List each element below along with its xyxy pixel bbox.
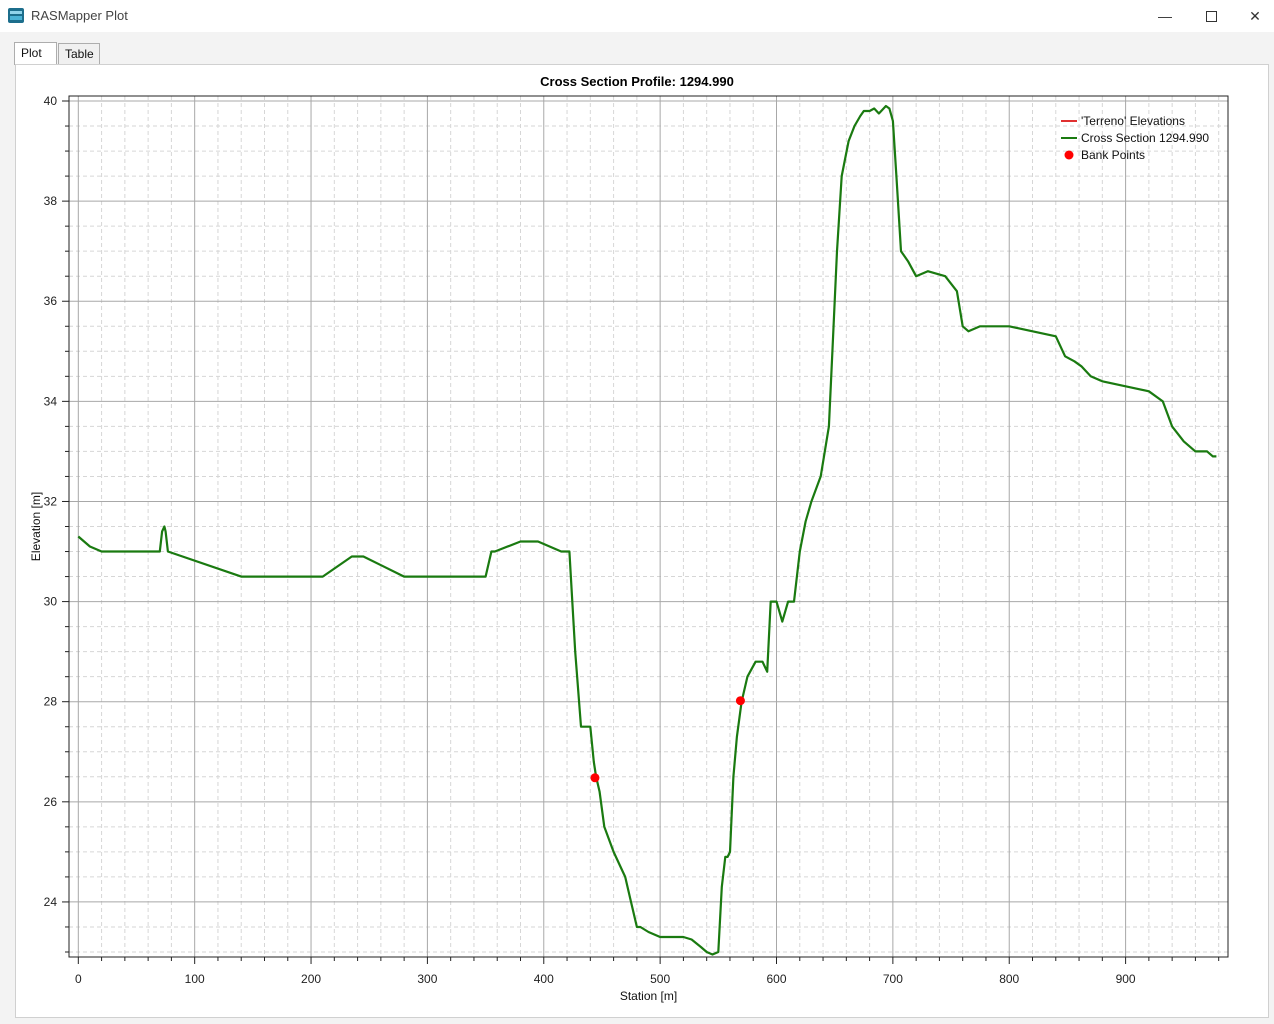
y-tick-label: 24 [44, 895, 58, 909]
major-grid [69, 96, 1228, 957]
x-tick-label: 300 [417, 972, 437, 986]
y-tick-label: 32 [44, 494, 58, 508]
legend-label: 'Terreno' Elevations [1081, 114, 1185, 128]
cross-section-chart[interactable]: 0 100 200 300 400 500 600 700 800 900 24 26 28 30 32 34… [0, 0, 1274, 1024]
x-tick-label: 500 [650, 972, 670, 986]
y-tick-label: 26 [44, 795, 58, 809]
y-tick-label: 34 [44, 394, 58, 408]
minor-grid [69, 96, 1228, 957]
y-axis-label: Elevation [m] [29, 492, 43, 561]
x-tick-label: 800 [999, 972, 1019, 986]
y-tick-label: 28 [44, 695, 58, 709]
y-tick-label: 40 [44, 94, 58, 108]
x-tick-label: 600 [766, 972, 786, 986]
legend-label: Cross Section 1294.990 [1081, 131, 1209, 145]
x-tick-label: 0 [75, 972, 82, 986]
y-tick-label: 38 [44, 194, 58, 208]
x-axis-label: Station [m] [620, 989, 677, 1003]
bank-point-marker [590, 773, 600, 783]
y-tick-label: 30 [44, 595, 58, 609]
plot-area [68, 95, 1229, 958]
x-tick-label: 900 [1116, 972, 1136, 986]
bank-point-marker [735, 696, 745, 706]
legend: 'Terreno' Elevations Cross Section 1294.9… [1061, 114, 1209, 162]
y-tick-label: 36 [44, 294, 58, 308]
x-tick-label: 100 [185, 972, 205, 986]
x-tick-label: 400 [534, 972, 554, 986]
x-tick-label: 200 [301, 972, 321, 986]
legend-label: Bank Points [1081, 148, 1145, 162]
x-tick-label: 700 [883, 972, 903, 986]
legend-swatch-marker [1064, 150, 1074, 160]
